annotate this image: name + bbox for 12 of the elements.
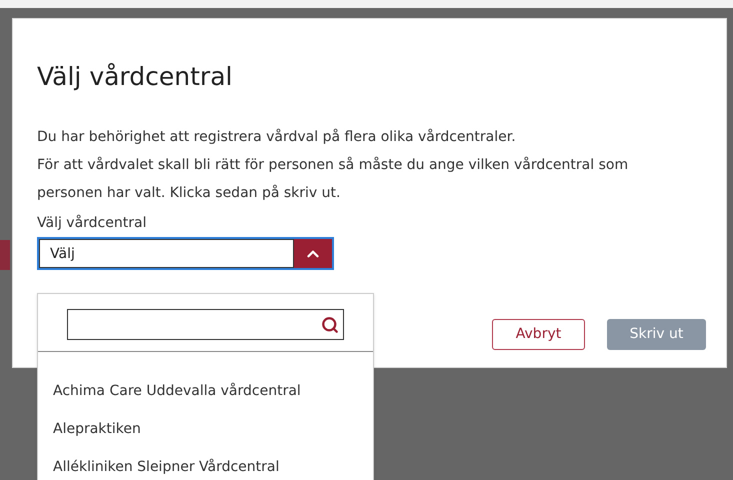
dialog-description: Du har behörighet att registrera vårdval på flera olika vårdcentraler. För att vårdvalet skall bli rätt för personen så måste du ange vilken vårdcentral som personen har valt. Klicka sedan på skriv ut. bbox=[37, 128, 630, 203]
search-icon bbox=[321, 316, 339, 334]
care-center-select[interactable]: Välj bbox=[37, 237, 334, 270]
dropdown-option[interactable]: Allékliniken Sleipner Vårdcentral bbox=[38, 448, 373, 480]
dropdown-option[interactable]: Alepraktiken bbox=[38, 410, 373, 448]
select-value: Välj bbox=[39, 239, 294, 268]
dropdown-option[interactable]: Achima Care Uddevalla vårdcentral bbox=[38, 372, 373, 410]
page-button-fragment bbox=[0, 240, 10, 270]
cancel-button[interactable]: Avbryt bbox=[492, 319, 585, 350]
select-toggle[interactable] bbox=[294, 239, 332, 268]
select-label: Välj vårdcentral bbox=[37, 214, 146, 233]
dialog-title: Välj vårdcentral bbox=[37, 61, 232, 93]
